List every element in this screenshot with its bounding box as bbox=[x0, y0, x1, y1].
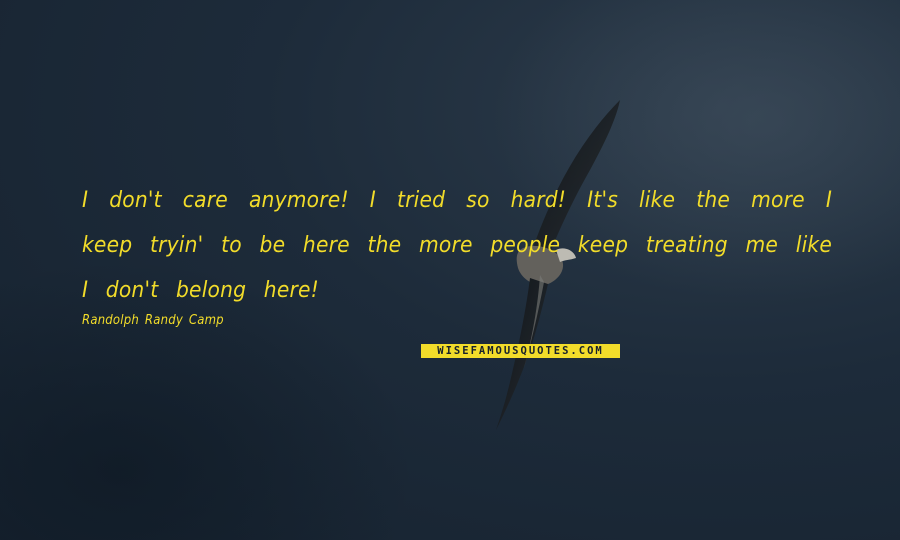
quote-author: Randolph Randy Camp bbox=[82, 313, 224, 328]
quote-text: I don't care anymore! I tried so hard! I… bbox=[82, 187, 832, 303]
watermark-logo: WISEFAMOUSQUOTES.COM bbox=[421, 344, 620, 358]
